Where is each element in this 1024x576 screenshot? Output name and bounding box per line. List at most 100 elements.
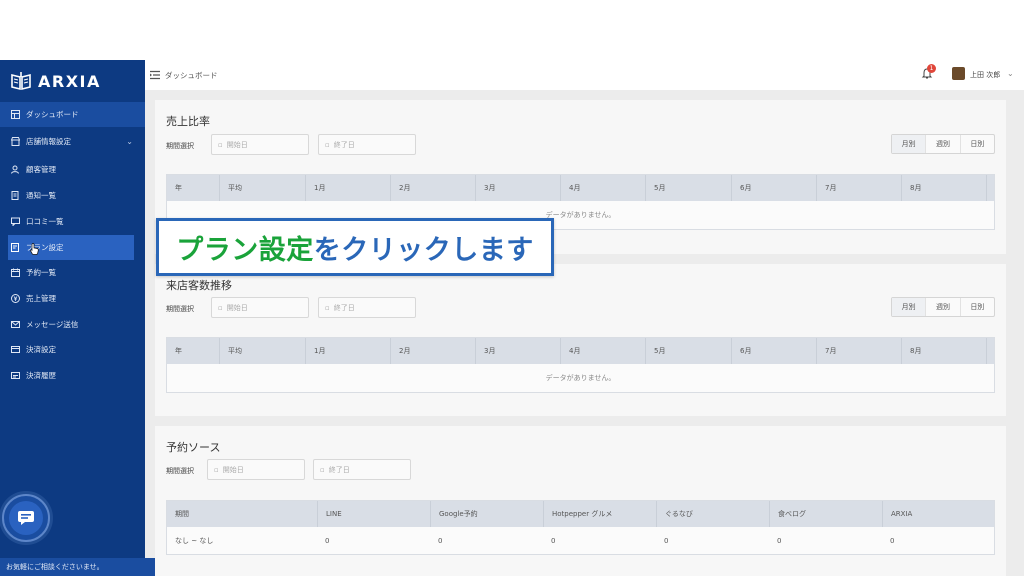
book-logo-icon xyxy=(11,72,31,91)
dashboard-icon xyxy=(11,110,20,119)
tutorial-callout: プラン設定 をクリックします xyxy=(156,218,554,276)
sidebar: ARXIA ダッシュボード 店舗情報設定 ⌄ 顧客管理 通知一覧 口コミ一覧 プ… xyxy=(0,60,145,576)
column-header: 2月 xyxy=(390,175,410,201)
sidebar-item-label: 予約一覧 xyxy=(26,268,56,277)
sidebar-item-label: 店舗情報設定 xyxy=(26,137,71,146)
end-date-input[interactable]: ▫ 終了日 xyxy=(318,297,416,318)
segment-daily[interactable]: 日別 xyxy=(959,135,994,153)
period-segment-control: 月別 週別 日別 xyxy=(891,297,995,317)
sidebar-item-reviews[interactable]: 口コミ一覧 xyxy=(0,209,145,234)
calendar-icon: ▫ xyxy=(325,140,330,149)
column-header: 3月 xyxy=(475,338,495,364)
end-date-input[interactable]: ▫ 終了日 xyxy=(313,459,411,480)
calendar-icon: ▫ xyxy=(218,303,223,312)
column-header: 1月 xyxy=(305,175,325,201)
column-header: ARXIA xyxy=(882,501,912,527)
sidebar-item-reservations[interactable]: 予約一覧 xyxy=(0,260,145,285)
column-header: Hotpepper グルメ xyxy=(543,501,612,527)
sidebar-item-label: 顧客管理 xyxy=(26,165,56,174)
avatar[interactable] xyxy=(952,67,965,80)
segment-weekly[interactable]: 週別 xyxy=(925,135,959,153)
column-header: Google予約 xyxy=(430,501,478,527)
user-name[interactable]: 上田 次郎 xyxy=(970,70,1000,80)
chat-bubble-icon xyxy=(18,511,34,525)
visitor-trend-table: 年 平均 1月 2月 3月 4月 5月 6月 7月 8月 データがありません。 xyxy=(166,337,995,393)
column-header: 6月 xyxy=(731,175,751,201)
sidebar-item-store-settings[interactable]: 店舗情報設定 ⌄ xyxy=(0,129,145,154)
table-header: 年 平均 1月 2月 3月 4月 5月 6月 7月 8月 xyxy=(167,175,994,201)
sidebar-item-label: 口コミ一覧 xyxy=(26,217,64,226)
chevron-down-icon: ⌄ xyxy=(126,137,133,146)
start-date-input[interactable]: ▫ 開始日 xyxy=(211,134,309,155)
consult-banner[interactable]: お気軽にご相談くださいませ。 xyxy=(0,558,160,576)
column-header: 5月 xyxy=(645,338,665,364)
column-header: 4月 xyxy=(560,175,580,201)
column-header-spacer xyxy=(986,338,996,364)
notification-list-icon xyxy=(11,191,19,200)
column-header: 6月 xyxy=(731,338,751,364)
message-icon xyxy=(11,321,20,328)
column-header: 8月 xyxy=(901,338,921,364)
store-icon xyxy=(11,137,20,146)
segment-weekly[interactable]: 週別 xyxy=(925,298,959,316)
sidebar-item-sales[interactable]: 売上管理 xyxy=(0,286,145,311)
column-header: 期間 xyxy=(175,510,189,518)
segment-monthly[interactable]: 月別 xyxy=(892,135,926,153)
sidebar-item-customers[interactable]: 顧客管理 xyxy=(0,157,145,182)
callout-highlight: プラン設定 xyxy=(176,234,314,266)
table-header: 年 平均 1月 2月 3月 4月 5月 6月 7月 8月 xyxy=(167,338,994,364)
sidebar-item-plan-settings[interactable]: プラン設定 xyxy=(8,235,134,260)
segment-monthly[interactable]: 月別 xyxy=(892,298,926,316)
column-header: 5月 xyxy=(645,175,665,201)
start-date-input[interactable]: ▫ 開始日 xyxy=(211,297,309,318)
column-header: 7月 xyxy=(816,175,836,201)
plan-icon xyxy=(11,243,19,252)
column-header: ぐるなび xyxy=(656,501,693,527)
calendar-icon: ▫ xyxy=(325,303,330,312)
table-cell: 0 xyxy=(664,536,669,545)
calendar-icon: ▫ xyxy=(218,140,223,149)
top-header: ダッシュボード 1 上田 次郎 ⌄ xyxy=(145,60,1024,90)
chevron-down-icon[interactable]: ⌄ xyxy=(1007,69,1014,78)
brand-logo[interactable]: ARXIA xyxy=(0,60,145,102)
period-segment-control: 月別 週別 日別 xyxy=(891,134,995,154)
reservation-source-table: 期間 LINE Google予約 Hotpepper グルメ ぐるなび 食べログ… xyxy=(166,500,995,555)
column-header: 食べログ xyxy=(769,501,806,527)
column-header-spacer xyxy=(986,175,996,201)
sidebar-item-payment-settings[interactable]: 決済設定 xyxy=(0,337,145,362)
card-title: 売上比率 xyxy=(166,115,210,128)
sidebar-item-label: ダッシュボード xyxy=(26,110,79,119)
column-header: 7月 xyxy=(816,338,836,364)
column-header: 平均 xyxy=(219,338,242,364)
end-date-input[interactable]: ▫ 終了日 xyxy=(318,134,416,155)
menu-toggle-icon[interactable] xyxy=(150,70,160,80)
column-header: 8月 xyxy=(901,175,921,201)
sidebar-item-label: 決済設定 xyxy=(26,345,56,354)
start-date-input[interactable]: ▫ 開始日 xyxy=(207,459,305,480)
table-cell: なし ~ なし xyxy=(175,536,214,545)
sidebar-item-label: 通知一覧 xyxy=(26,191,56,200)
app-window: ARXIA ダッシュボード 店舗情報設定 ⌄ 顧客管理 通知一覧 口コミ一覧 プ… xyxy=(0,60,1024,576)
calendar-icon: ▫ xyxy=(320,465,325,474)
table-cell: 0 xyxy=(325,536,330,545)
column-header: 平均 xyxy=(219,175,242,201)
table-cell: 0 xyxy=(777,536,782,545)
table-cell: 0 xyxy=(890,536,895,545)
column-header: 3月 xyxy=(475,175,495,201)
column-header: 年 xyxy=(175,184,182,192)
brand-name: ARXIA xyxy=(38,71,101,91)
sidebar-item-notifications[interactable]: 通知一覧 xyxy=(0,183,145,208)
sidebar-item-messages[interactable]: メッセージ送信 xyxy=(0,312,145,337)
period-label: 期間選択 xyxy=(166,305,194,313)
segment-daily[interactable]: 日別 xyxy=(959,298,994,316)
card-title: 予約ソース xyxy=(166,441,221,454)
hand-pointer-icon xyxy=(30,243,39,255)
chat-support-button[interactable] xyxy=(2,494,50,542)
period-label: 期間選択 xyxy=(166,467,194,475)
sidebar-item-dashboard[interactable]: ダッシュボード xyxy=(0,102,145,127)
sidebar-item-label: 売上管理 xyxy=(26,294,56,303)
payment-settings-icon xyxy=(11,346,20,353)
table-row: なし ~ なし 0 0 0 0 0 0 xyxy=(167,527,994,554)
payment-history-icon xyxy=(11,372,20,379)
sidebar-item-payment-history[interactable]: 決済履歴 xyxy=(0,363,145,388)
